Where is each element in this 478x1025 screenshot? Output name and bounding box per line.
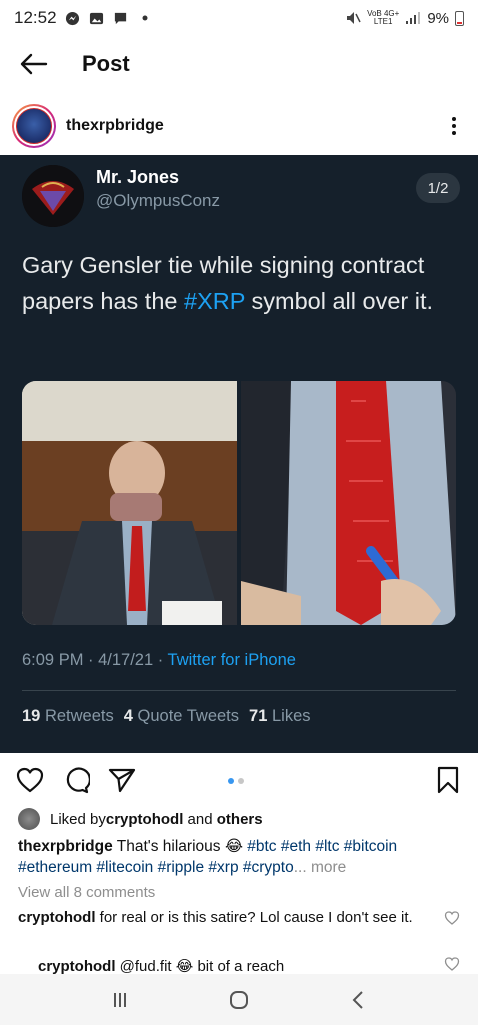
post-avatar[interactable] [12,104,56,148]
back-button[interactable] [16,46,52,82]
action-bar [0,760,478,800]
tweet-author-handle: @OlympusConz [96,191,221,210]
comment-button[interactable] [60,764,92,796]
photo-red-tie-closeup [241,381,456,625]
tweet-hashtag: #XRP [184,288,245,314]
more-vertical-icon-dot [452,131,456,135]
liker-avatar [18,808,40,830]
caption-more-link[interactable]: more [311,859,346,876]
tweet-photos [22,381,456,625]
likes-prefix: Liked by [50,810,106,828]
caption-text: That's hilarious 😂 [112,838,248,855]
avatar-inner [14,106,54,146]
quote-label: Quote Tweets [137,707,240,725]
comment-text: for real or is this satire? Lol cause I … [95,909,413,926]
tweet-timestamp: 6:09 PM · 4/17/21 · [22,651,168,669]
comment-username[interactable]: cryptohodl [18,909,96,926]
mute-icon [345,10,361,26]
likes-count: 71 [249,707,268,725]
view-all-comments-link[interactable]: View all 8 comments [18,884,155,901]
more-vertical-icon-dot [452,124,456,128]
olympus-logo-icon [22,165,84,227]
app-header: Post [0,36,478,92]
battery-icon [455,10,464,26]
caption-username[interactable]: thexrpbridge [18,838,113,855]
comment-icon [66,767,90,794]
likes-suffix: and [183,810,217,828]
signal-icon [405,10,421,26]
chat-icon [113,10,129,26]
carousel-dot [238,778,244,784]
more-vertical-icon [452,117,456,121]
recent-apps-icon [113,992,126,1007]
heart-icon [16,767,44,793]
chevron-left-icon [352,990,364,1009]
bookmark-icon [437,766,459,794]
comment-heart-icon[interactable] [444,910,460,926]
likes-row[interactable]: Liked by cryptohodl and others [18,808,263,830]
xrp-bridge-logo-icon [16,108,52,144]
page-title: Post [82,51,130,76]
home-button[interactable] [219,980,259,1020]
photo-gensler-signing [22,381,237,625]
carousel-counter: 1/2 [416,173,460,203]
comment-item: cryptohodl @fud.fit 😂 bit of a reach [18,956,438,974]
status-left: 12:52 [14,8,153,28]
tweet-stats: 19 Retweets 4 Quote Tweets 71 Likes [22,707,311,726]
gallery-icon [89,10,105,26]
network-label-bottom: LTE1 [373,17,393,26]
carousel-dot-active [228,778,234,784]
post-header: thexrpbridge [0,98,478,154]
dot-icon [137,10,153,26]
likes-others[interactable]: others [217,811,263,828]
share-button[interactable] [106,764,138,796]
tweet-text-after: symbol all over it. [244,288,434,314]
status-bar: 12:52 VoB 4G+ LTE1 9% [0,0,478,36]
retweets-label: Retweets [44,707,114,725]
tweet-author-name: Mr. Jones [96,167,180,187]
liker-username[interactable]: cryptohodl [106,811,184,828]
more-options-button[interactable] [442,108,466,144]
comment-item: cryptohodl for real or is this satire? L… [18,907,438,928]
caption: thexrpbridge That's hilarious 😂 #btc #et… [18,836,462,878]
likes-label: Likes [271,707,311,725]
comment-text: @fud.fit 😂 bit of a reach [115,958,285,974]
battery-percent: 9% [427,9,449,27]
post-image[interactable]: Mr. Jones @OlympusConz 1/2 Gary Gensler … [0,155,478,753]
status-right: VoB 4G+ LTE1 9% [345,10,464,27]
quote-stat: 4 Quote Tweets [124,707,239,726]
likes-stat: 71 Likes [249,707,310,726]
comment-heart-icon[interactable] [444,956,460,972]
post-username[interactable]: thexrpbridge [66,117,164,135]
system-back-button[interactable] [338,980,378,1020]
tweet-source: Twitter for iPhone [167,651,296,669]
save-button[interactable] [432,764,464,796]
messenger-icon [65,10,81,26]
quote-count: 4 [123,707,133,725]
status-time: 12:52 [14,8,57,27]
tweet-meta: 6:09 PM · 4/17/21 · Twitter for iPhone [22,651,296,670]
home-icon [229,990,248,1009]
tweet-divider [22,690,456,691]
network-label: VoB 4G+ LTE1 [367,10,399,26]
tweet-avatar [22,165,84,227]
like-button[interactable] [14,764,46,796]
system-nav-bar [0,974,478,1025]
comment-username[interactable]: cryptohodl [38,958,116,974]
share-icon [108,768,136,793]
recent-apps-button[interactable] [100,980,140,1020]
carousel-dots [228,778,244,784]
caption-ellipsis: ... [293,859,311,876]
retweet-stat: 19 Retweets [22,707,114,726]
tweet-text: Gary Gensler tie while signing contract … [22,247,462,319]
retweets-count: 19 [22,707,41,725]
arrow-left-icon [20,53,48,75]
